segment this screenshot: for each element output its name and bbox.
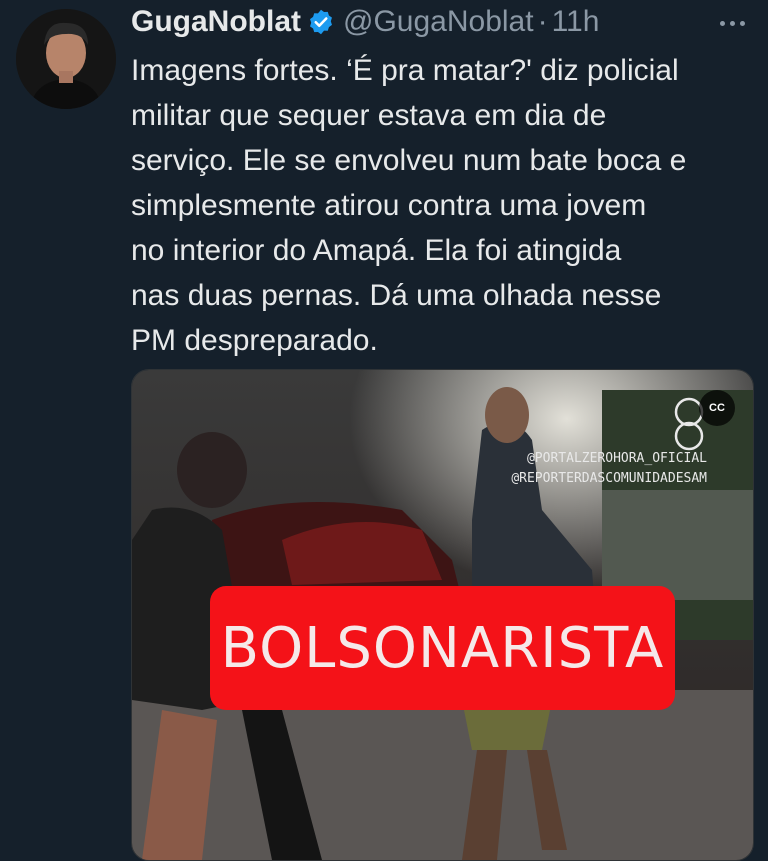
watermark-line-1: @PORTALZEROHORA_OFICIAL — [527, 451, 707, 466]
video-player[interactable]: @PORTALZEROHORA_OFICIAL @REPORTERDASCOMU… — [131, 369, 754, 861]
separator-dot: · — [537, 5, 548, 38]
tweet-line: militar que sequer estava em dia de — [131, 99, 607, 132]
video-banner: BOLSONARISTA — [210, 586, 675, 710]
banner-text: BOLSONARISTA — [220, 615, 665, 681]
avatar-photo — [16, 9, 116, 109]
avatar[interactable] — [16, 9, 116, 109]
tweet-line: no interior do Amapá. Ela foi atingida — [131, 234, 622, 267]
tweet-line: PM despreparado. — [131, 324, 378, 357]
closed-captions-button[interactable]: CC — [699, 390, 735, 426]
author-handle[interactable]: @GugaNoblat — [343, 5, 534, 39]
tweet-line: serviço. Ele se envolveu num bate boca e — [131, 144, 687, 177]
tweet-text: Imagens fortes. ‘É pra matar?' diz polic… — [131, 48, 763, 363]
tweet-line: simplesmente atirou contra uma jovem — [131, 189, 647, 222]
tweet-line: nas duas pernas. Dá uma olhada nesse — [131, 279, 662, 312]
watermark-line-2: @REPORTERDASCOMUNIDADESAM — [511, 471, 707, 486]
tweet-header: GugaNoblat @GugaNoblat · 11h — [131, 4, 599, 40]
more-options-icon[interactable] — [714, 8, 750, 38]
author-name[interactable]: GugaNoblat — [131, 5, 301, 39]
timestamp[interactable]: 11h — [552, 5, 600, 39]
verified-badge-icon — [307, 8, 335, 36]
tweet-line: Imagens fortes. ‘É pra matar?' diz polic… — [131, 54, 679, 87]
